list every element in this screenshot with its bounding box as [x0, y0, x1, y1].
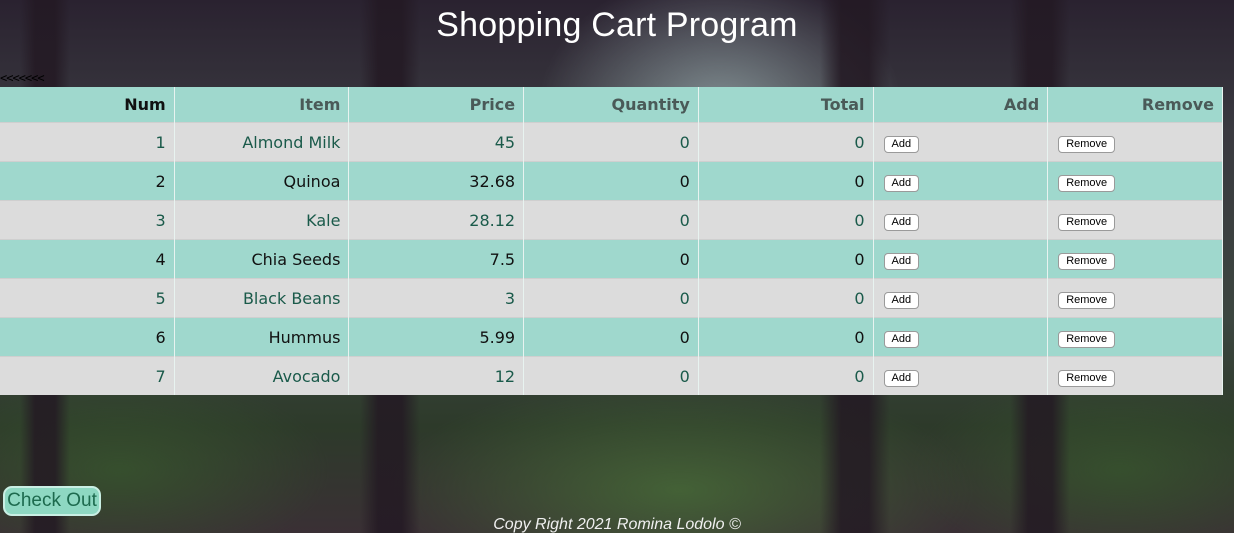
cell-total: 0 [698, 161, 874, 201]
cell-price: 5.99 [348, 317, 525, 357]
cart-table: Num Item Price Quantity Total Add Remove… [0, 87, 1223, 395]
cell-num: 7 [0, 356, 175, 395]
cell-remove: Remove [1047, 122, 1223, 162]
cell-remove: Remove [1047, 278, 1223, 318]
remove-button[interactable]: Remove [1058, 135, 1116, 153]
cell-num: 1 [0, 122, 175, 162]
cell-item: Chia Seeds [174, 239, 350, 279]
cell-quantity: 0 [523, 200, 699, 240]
table-row: 3 Kale 28.12 0 0 Add Remove [0, 200, 1223, 240]
column-header-num: Num [0, 87, 175, 123]
cell-remove: Remove [1047, 356, 1223, 395]
add-button[interactable]: Add [883, 291, 920, 309]
checkout-button[interactable]: Check Out [3, 486, 101, 516]
column-header-item: Item [174, 87, 350, 123]
cell-quantity: 0 [523, 122, 699, 162]
cell-item: Hummus [174, 317, 350, 357]
remove-button[interactable]: Remove [1058, 330, 1116, 348]
cell-price: 32.68 [348, 161, 525, 201]
cell-quantity: 0 [523, 161, 699, 201]
footer-copyright: Copy Right 2021 Romina Lodolo © [493, 516, 741, 533]
cell-price: 12 [348, 356, 525, 395]
table-row: 5 Black Beans 3 0 0 Add Remove [0, 278, 1223, 318]
cell-num: 2 [0, 161, 175, 201]
add-button[interactable]: Add [883, 369, 920, 387]
cell-total: 0 [698, 200, 874, 240]
cell-num: 5 [0, 278, 175, 318]
cell-add: Add [873, 200, 1049, 240]
cell-remove: Remove [1047, 317, 1223, 357]
cell-item: Avocado [174, 356, 350, 395]
cell-price: 3 [348, 278, 525, 318]
cell-quantity: 0 [523, 317, 699, 357]
add-button[interactable]: Add [883, 252, 920, 270]
cell-add: Add [873, 356, 1049, 395]
remove-button[interactable]: Remove [1058, 291, 1116, 309]
cell-add: Add [873, 317, 1049, 357]
cell-total: 0 [698, 239, 874, 279]
back-link[interactable]: <<<<<<< [0, 71, 45, 85]
cell-num: 3 [0, 200, 175, 240]
remove-button[interactable]: Remove [1058, 213, 1116, 231]
table-row: 7 Avocado 12 0 0 Add Remove [0, 356, 1223, 395]
remove-button[interactable]: Remove [1058, 369, 1116, 387]
add-button[interactable]: Add [883, 213, 920, 231]
cell-add: Add [873, 161, 1049, 201]
cell-remove: Remove [1047, 239, 1223, 279]
cell-item: Quinoa [174, 161, 350, 201]
add-button[interactable]: Add [883, 174, 920, 192]
cell-item: Kale [174, 200, 350, 240]
cell-total: 0 [698, 356, 874, 395]
table-row: 2 Quinoa 32.68 0 0 Add Remove [0, 161, 1223, 201]
column-header-add: Add [873, 87, 1049, 123]
remove-button[interactable]: Remove [1058, 174, 1116, 192]
table-header-row: Num Item Price Quantity Total Add Remove [0, 87, 1223, 123]
cell-total: 0 [698, 122, 874, 162]
cell-item: Black Beans [174, 278, 350, 318]
cell-quantity: 0 [523, 278, 699, 318]
cell-total: 0 [698, 317, 874, 357]
add-button[interactable]: Add [883, 135, 920, 153]
cell-num: 6 [0, 317, 175, 357]
cell-price: 28.12 [348, 200, 525, 240]
cell-add: Add [873, 239, 1049, 279]
cell-add: Add [873, 122, 1049, 162]
column-header-price: Price [348, 87, 525, 123]
table-row: 1 Almond Milk 45 0 0 Add Remove [0, 122, 1223, 162]
column-header-quantity: Quantity [523, 87, 699, 123]
cell-item: Almond Milk [174, 122, 350, 162]
cell-quantity: 0 [523, 239, 699, 279]
cell-total: 0 [698, 278, 874, 318]
cell-price: 45 [348, 122, 525, 162]
column-header-total: Total [698, 87, 874, 123]
cell-add: Add [873, 278, 1049, 318]
cell-num: 4 [0, 239, 175, 279]
column-header-remove: Remove [1047, 87, 1223, 123]
cell-remove: Remove [1047, 161, 1223, 201]
remove-button[interactable]: Remove [1058, 252, 1116, 270]
table-row: 4 Chia Seeds 7.5 0 0 Add Remove [0, 239, 1223, 279]
table-row: 6 Hummus 5.99 0 0 Add Remove [0, 317, 1223, 357]
cell-remove: Remove [1047, 200, 1223, 240]
page-title: Shopping Cart Program [436, 6, 798, 44]
cell-quantity: 0 [523, 356, 699, 395]
cell-price: 7.5 [348, 239, 525, 279]
add-button[interactable]: Add [883, 330, 920, 348]
